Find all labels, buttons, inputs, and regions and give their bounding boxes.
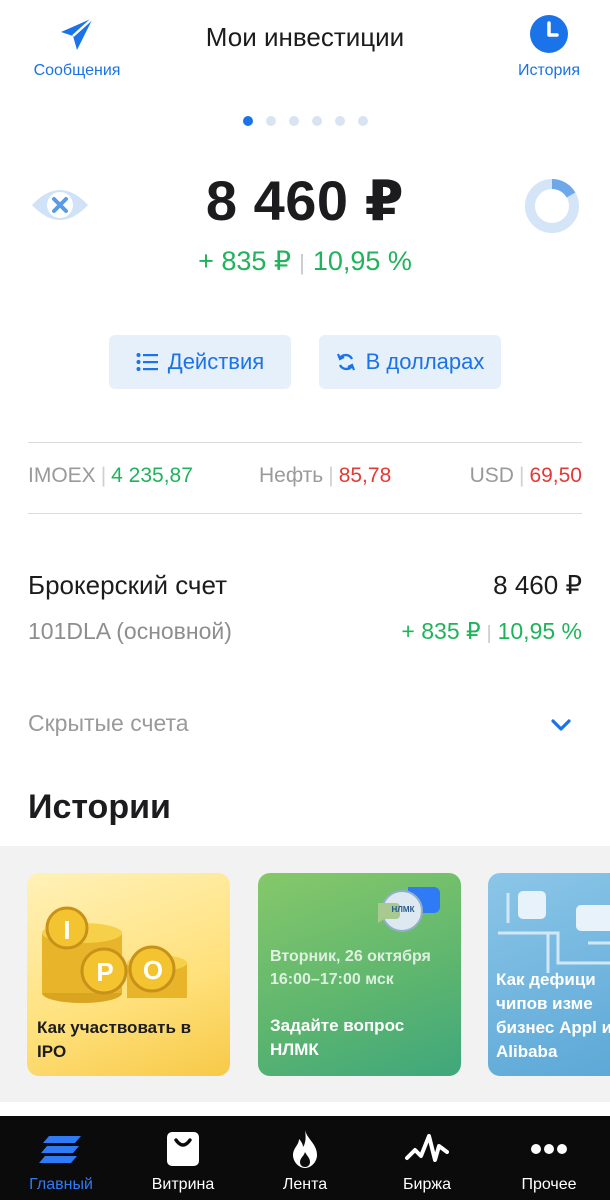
ticker-name: IMOEX <box>28 464 96 487</box>
bottom-nav: Главный Витрина Лента Биржа Прочее <box>0 1116 610 1200</box>
story-title-text: Как дефици чипов изме бизнес Appl и Alib… <box>496 970 610 1061</box>
page-dot[interactable] <box>357 116 368 126</box>
account-id: 101DLA (основной) <box>28 618 232 644</box>
ticker-value: 85,78 <box>338 464 392 487</box>
market-ticker: IMOEX | 4 235,87 Нефть | 85,78 USD | 69,50 <box>28 464 582 496</box>
history-label: История <box>517 62 581 79</box>
refresh-icon <box>336 353 355 371</box>
account-change-percent: 10,95 % <box>497 618 582 644</box>
header: Сообщения Мои инвестиции История <box>0 0 610 100</box>
actions-label: Действия <box>167 349 265 374</box>
spacer <box>0 1102 610 1116</box>
messages-label: Сообщения <box>33 62 121 79</box>
story-title: Задайте вопрос НЛМК <box>270 1016 405 1059</box>
account-total: 8 460 ₽ <box>493 570 582 600</box>
divider <box>28 442 582 443</box>
page-indicator <box>0 116 610 126</box>
nav-item-home[interactable]: Главный <box>0 1116 122 1200</box>
nav-label: Витрина <box>151 1176 215 1193</box>
stories-heading: Истории <box>28 788 171 826</box>
story-card[interactable]: I P O Как участвовать в IPO <box>27 873 230 1076</box>
page-dot[interactable] <box>334 116 345 126</box>
story-title: Как дефици чипов изме бизнес Appl и Alib… <box>496 968 610 1064</box>
ticker-value: 4 235,87 <box>111 464 193 487</box>
portfolio-change-percent: 10,95 % <box>312 246 412 276</box>
nav-item-more[interactable]: Прочее <box>488 1116 610 1200</box>
pulse-chart-icon <box>405 1134 449 1162</box>
page-dot[interactable] <box>311 116 322 126</box>
divider <box>28 513 582 514</box>
divider: | <box>486 623 492 644</box>
story-badge-i: I <box>63 915 71 945</box>
ticker-imoex[interactable]: IMOEX | 4 235,87 <box>28 464 193 488</box>
page-dot[interactable] <box>242 116 253 126</box>
clock-icon <box>530 15 568 53</box>
chat-bubbles-icon <box>378 887 440 932</box>
nav-label: Биржа <box>403 1176 451 1193</box>
ticker-value: 69,50 <box>529 464 582 487</box>
circuit-board-icon <box>498 891 610 973</box>
story-subtitle: Вторник, 26 октября 16:00–17:00 мск <box>270 948 431 988</box>
account-change-amount: + 835 ₽ <box>401 618 481 644</box>
ticker-oil[interactable]: Нефть | 85,78 <box>259 464 391 488</box>
list-icon <box>136 353 158 371</box>
actions-button[interactable]: Действия <box>109 335 291 389</box>
nav-item-exchange[interactable]: Биржа <box>366 1116 488 1200</box>
portfolio-balance: 8 460 ₽ <box>205 169 405 232</box>
nav-item-showcase[interactable]: Витрина <box>122 1116 244 1200</box>
story-title: Как участвовать в IPO <box>37 1018 192 1061</box>
page-dot[interactable] <box>265 116 276 126</box>
page-dot[interactable] <box>288 116 299 126</box>
story-badge: НЛМК <box>391 905 415 914</box>
story-card[interactable]: Как дефици чипов изме бизнес Appl и Alib… <box>488 873 610 1076</box>
portfolio-change: + 835 ₽ | 10,95 % <box>0 246 610 277</box>
ticker-name: Нефть <box>259 464 324 487</box>
chevron-down-icon[interactable] <box>550 714 572 736</box>
account-change: + 835 ₽ | 10,95 % <box>401 618 582 645</box>
nav-label: Главный <box>29 1176 93 1193</box>
story-card[interactable]: НЛМК Вторник, 26 октября 16:00–17:00 мск… <box>258 873 461 1076</box>
story-badge-o: O <box>142 955 164 985</box>
allocation-donut-icon[interactable] <box>524 178 580 234</box>
home-stack-icon <box>39 1136 81 1163</box>
flame-icon <box>293 1130 317 1168</box>
story-badge-p: P <box>96 957 114 987</box>
history-button[interactable]: История <box>514 14 584 80</box>
shopping-bag-icon <box>167 1132 199 1166</box>
ticker-usd[interactable]: USD | 69,50 <box>470 464 582 488</box>
account-name[interactable]: Брокерский счет <box>28 570 227 601</box>
divider: | <box>299 250 305 275</box>
hidden-accounts-toggle[interactable]: Скрытые счета <box>28 710 189 737</box>
more-dots-icon <box>531 1144 567 1154</box>
nav-label: Прочее <box>521 1176 577 1193</box>
nav-label: Лента <box>282 1176 328 1193</box>
nav-item-feed[interactable]: Лента <box>244 1116 366 1200</box>
ticker-name: USD <box>469 464 514 487</box>
usd-toggle-button[interactable]: В долларах <box>319 335 501 389</box>
usd-label: В долларах <box>365 349 485 374</box>
portfolio-change-amount: + 835 ₽ <box>198 246 292 276</box>
